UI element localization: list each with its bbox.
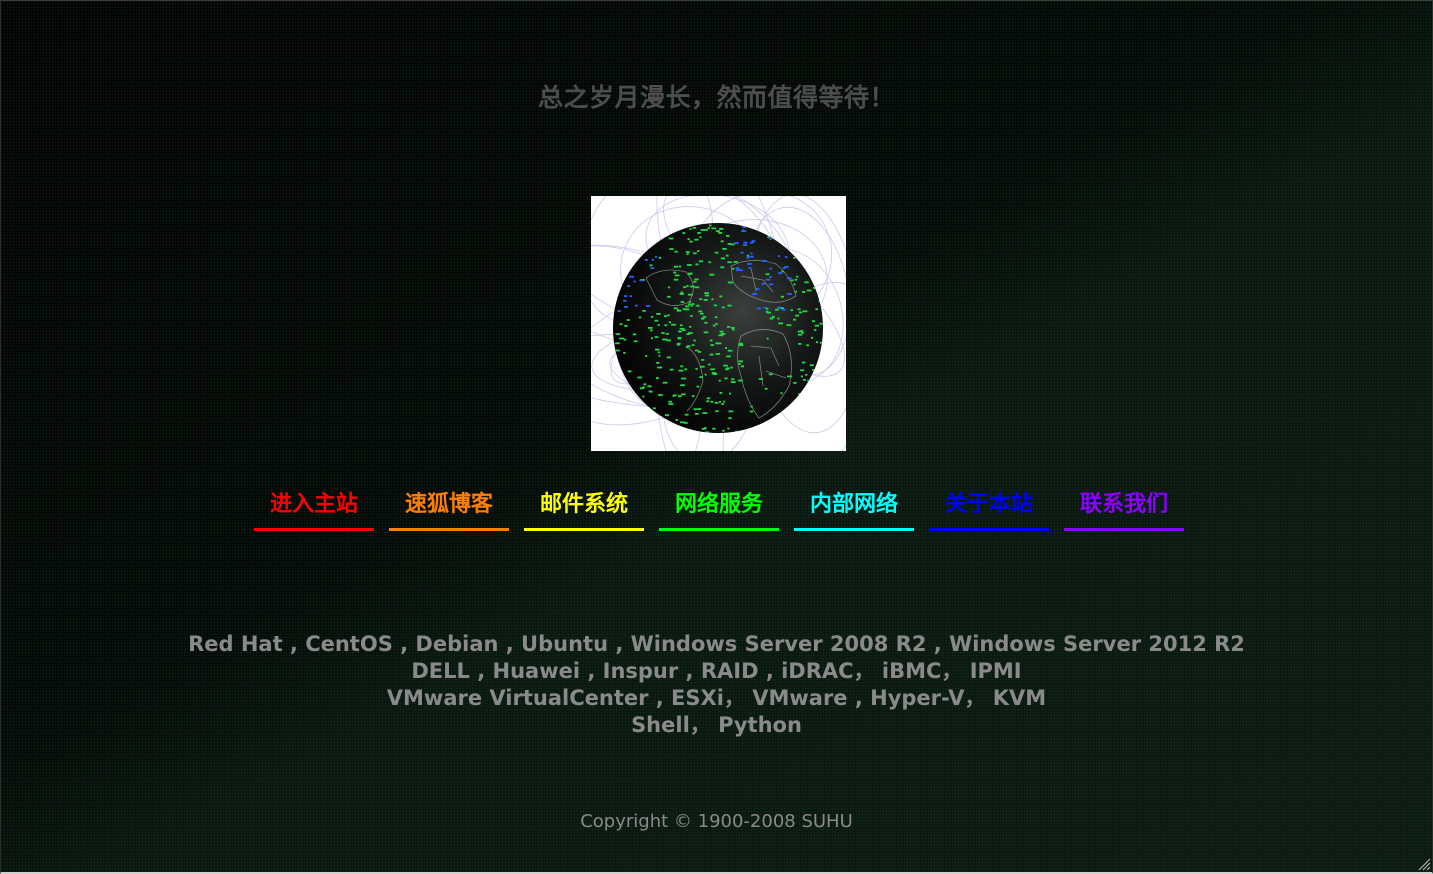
nav-link-about[interactable]: 关于本站 [929,488,1049,531]
nav-link-network-services[interactable]: 网络服务 [659,488,779,531]
slogan-heading: 总之岁月漫长，然而值得等待！ [537,83,895,112]
tech-line-virtualization: VMware VirtualCenter , ESXi， VMware , Hy… [386,686,1047,710]
tech-line-os: Red Hat , CentOS , Debian , Ubuntu , Win… [188,632,1245,656]
globe-network-icon [591,196,846,451]
resize-grip-icon[interactable] [1417,857,1431,871]
tech-line-hardware: DELL , Huawei , Inspur , RAID , iDRAC， i… [411,659,1022,683]
nav-link-main-site[interactable]: 进入主站 [254,488,374,531]
nav-link-contact[interactable]: 联系我们 [1064,488,1184,531]
main-navigation: 进入主站 速狐博客 邮件系统 网络服务 内部网络 关于本站 联系我们 [254,488,1184,531]
tech-line-scripting: Shell， Python [631,713,802,737]
nav-link-blog[interactable]: 速狐博客 [389,488,509,531]
nav-link-mail-system[interactable]: 邮件系统 [524,488,644,531]
nav-link-internal-network[interactable]: 内部网络 [794,488,914,531]
copyright-footer: Copyright © 1900-2008 SUHU [580,811,853,832]
technology-list: Red Hat , CentOS , Debian , Ubuntu , Win… [0,631,1433,739]
globe-image [591,196,846,451]
